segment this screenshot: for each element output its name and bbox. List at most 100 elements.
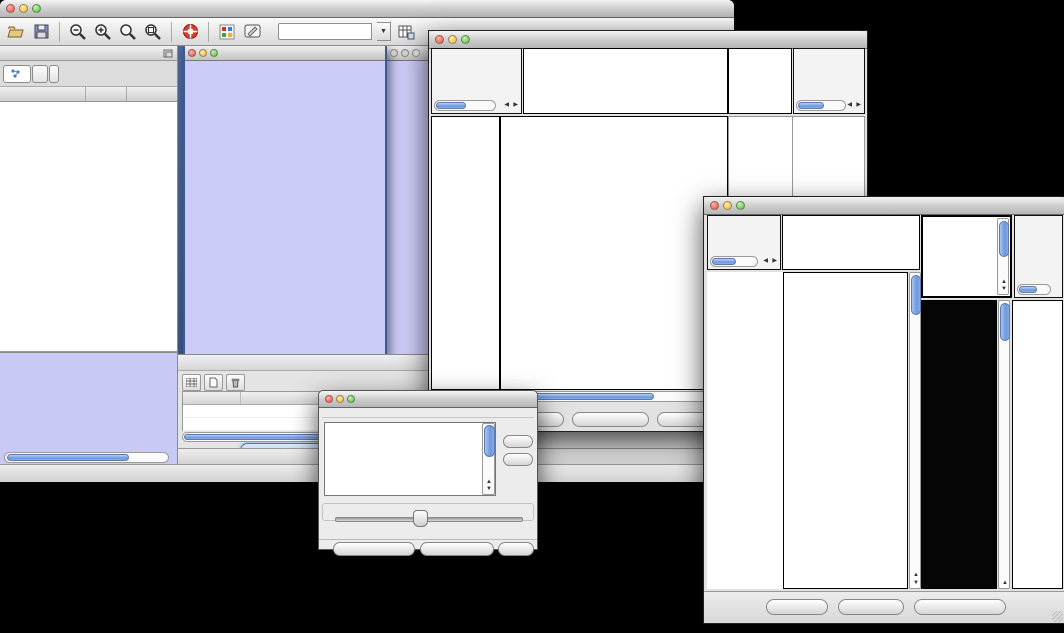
export-graphics-button[interactable]	[914, 599, 1006, 615]
scrollbar-thumb[interactable]	[484, 425, 495, 457]
column-dendrogram-canvas[interactable]	[524, 49, 727, 113]
row-dendrogram-canvas[interactable]	[432, 117, 499, 389]
minimize-button[interactable]	[723, 201, 732, 210]
view-status-panel: ◀ ▶	[431, 48, 522, 114]
view-status-hscrollbar[interactable]	[710, 256, 758, 267]
column-labels-panel: ▲ ▼	[921, 215, 1012, 298]
column-dendrogram-canvas[interactable]	[783, 216, 919, 269]
done-button[interactable]	[498, 542, 534, 556]
scroll-up-icon[interactable]: ▲	[1001, 279, 1007, 285]
column-labels-panel	[728, 48, 792, 114]
scroll-left-icon[interactable]: ◀	[504, 102, 509, 108]
settings-button[interactable]	[766, 599, 828, 615]
move-down-button[interactable]	[503, 453, 533, 466]
minimize-button[interactable]	[401, 49, 409, 57]
create-vizmap-button[interactable]	[420, 542, 494, 556]
search-input[interactable]	[278, 23, 372, 40]
move-up-button[interactable]	[503, 435, 533, 448]
scroll-right-icon[interactable]: ▶	[856, 102, 861, 108]
minimize-button[interactable]	[19, 4, 28, 13]
save-icon[interactable]	[31, 22, 51, 42]
treeview-combined-titlebar[interactable]	[704, 197, 1064, 215]
scroll-left-icon[interactable]: ◀	[847, 102, 852, 108]
zoom-fit-icon[interactable]	[118, 22, 138, 42]
vizmapper-icon[interactable]	[217, 22, 237, 42]
zoom-out-icon[interactable]	[68, 22, 88, 42]
close-button[interactable]	[325, 395, 333, 403]
zoom-button[interactable]	[461, 35, 470, 44]
new-attribute-icon[interactable]	[204, 374, 223, 391]
scrollbar-thumb[interactable]	[999, 221, 1009, 257]
overview-hscrollbar-thumb[interactable]	[7, 454, 129, 461]
close-button[interactable]	[710, 201, 719, 210]
table-import-icon[interactable]	[396, 22, 416, 42]
animation-slider-track[interactable]	[335, 517, 523, 522]
float-panel-icon[interactable]	[163, 49, 173, 58]
scrollbar-thumb[interactable]	[1000, 303, 1010, 341]
cluster-zoom-matrix[interactable]	[730, 121, 778, 169]
scroll-up-icon[interactable]: ▲	[1002, 580, 1008, 586]
export-graphics-button[interactable]	[572, 412, 649, 427]
heatmap-vscrollbar[interactable]: ▲ ▼	[909, 272, 921, 589]
row-dendrogram-canvas[interactable]	[707, 272, 783, 589]
dialog-titlebar[interactable]	[319, 391, 537, 408]
zoom-heatmap-canvas[interactable]	[922, 301, 996, 588]
view-status-hscrollbar[interactable]	[434, 100, 496, 111]
table-grid-icon[interactable]	[182, 374, 201, 391]
search-dropdown-arrow[interactable]: ▼	[377, 22, 391, 41]
usage-hints-hscrollbar[interactable]	[1017, 284, 1051, 295]
scrollbar-thumb[interactable]	[911, 275, 921, 315]
labels-vscrollbar[interactable]: ▲ ▼	[997, 218, 1009, 295]
zoom-in-icon[interactable]	[93, 22, 113, 42]
close-button[interactable]	[6, 4, 15, 13]
delete-attribute-icon[interactable]	[226, 374, 245, 391]
network-overview-canvas[interactable]	[0, 353, 176, 449]
scroll-down-icon[interactable]: ▼	[913, 580, 919, 586]
close-button[interactable]	[435, 35, 444, 44]
attribute-list-vscrollbar[interactable]: ▲ ▼	[482, 423, 495, 495]
resize-grip[interactable]	[1052, 611, 1063, 622]
network-view-canvas[interactable]	[185, 61, 381, 354]
annotation-icon[interactable]	[242, 22, 262, 42]
usage-hints-hscrollbar[interactable]	[796, 100, 846, 111]
animate-vizmap-button[interactable]	[333, 542, 415, 556]
global-heatmap-canvas[interactable]	[501, 117, 727, 389]
network-view-window-1	[183, 46, 387, 354]
save-data-button[interactable]	[838, 599, 904, 615]
scroll-left-icon[interactable]: ◀	[763, 258, 768, 264]
scroll-up-icon[interactable]: ▲	[486, 479, 492, 485]
scrollbar-thumb[interactable]	[1019, 286, 1037, 293]
treeview-dna-titlebar[interactable]	[429, 31, 867, 49]
network-window-1-titlebar[interactable]	[185, 46, 385, 61]
zoom-selected-icon[interactable]	[143, 22, 163, 42]
zoom-button[interactable]	[412, 49, 420, 57]
tab-overflow-button[interactable]	[49, 65, 59, 83]
zoom-button[interactable]	[736, 201, 745, 210]
scroll-right-icon[interactable]: ▶	[772, 258, 777, 264]
scrollbar-thumb[interactable]	[436, 102, 466, 109]
tab-network[interactable]	[3, 65, 31, 83]
close-button[interactable]	[390, 49, 398, 57]
zoom-vscrollbar[interactable]: ▲	[998, 300, 1010, 589]
overview-hscrollbar[interactable]	[4, 452, 169, 463]
minimize-button[interactable]	[448, 35, 457, 44]
open-file-icon[interactable]	[6, 22, 26, 42]
zoom-button[interactable]	[32, 4, 41, 13]
scroll-right-icon[interactable]: ▶	[513, 102, 518, 108]
tab-vizmapper[interactable]	[32, 65, 48, 83]
scrollbar-thumb[interactable]	[712, 258, 736, 265]
scrollbar-thumb[interactable]	[798, 102, 824, 109]
zoom-button[interactable]	[210, 49, 218, 57]
minimize-button[interactable]	[199, 49, 207, 57]
scroll-down-icon[interactable]: ▼	[486, 486, 492, 492]
close-button[interactable]	[188, 49, 196, 57]
scroll-up-icon[interactable]: ▲	[913, 572, 919, 578]
zoom-button[interactable]	[347, 395, 355, 403]
animation-slider-thumb[interactable]	[413, 510, 428, 527]
main-titlebar[interactable]	[0, 0, 734, 18]
global-heatmap-canvas[interactable]	[784, 273, 907, 588]
attribute-list[interactable]	[324, 422, 496, 496]
minimize-button[interactable]	[336, 395, 344, 403]
help-lifesaver-icon[interactable]	[180, 22, 200, 42]
scroll-down-icon[interactable]: ▼	[1001, 286, 1007, 292]
